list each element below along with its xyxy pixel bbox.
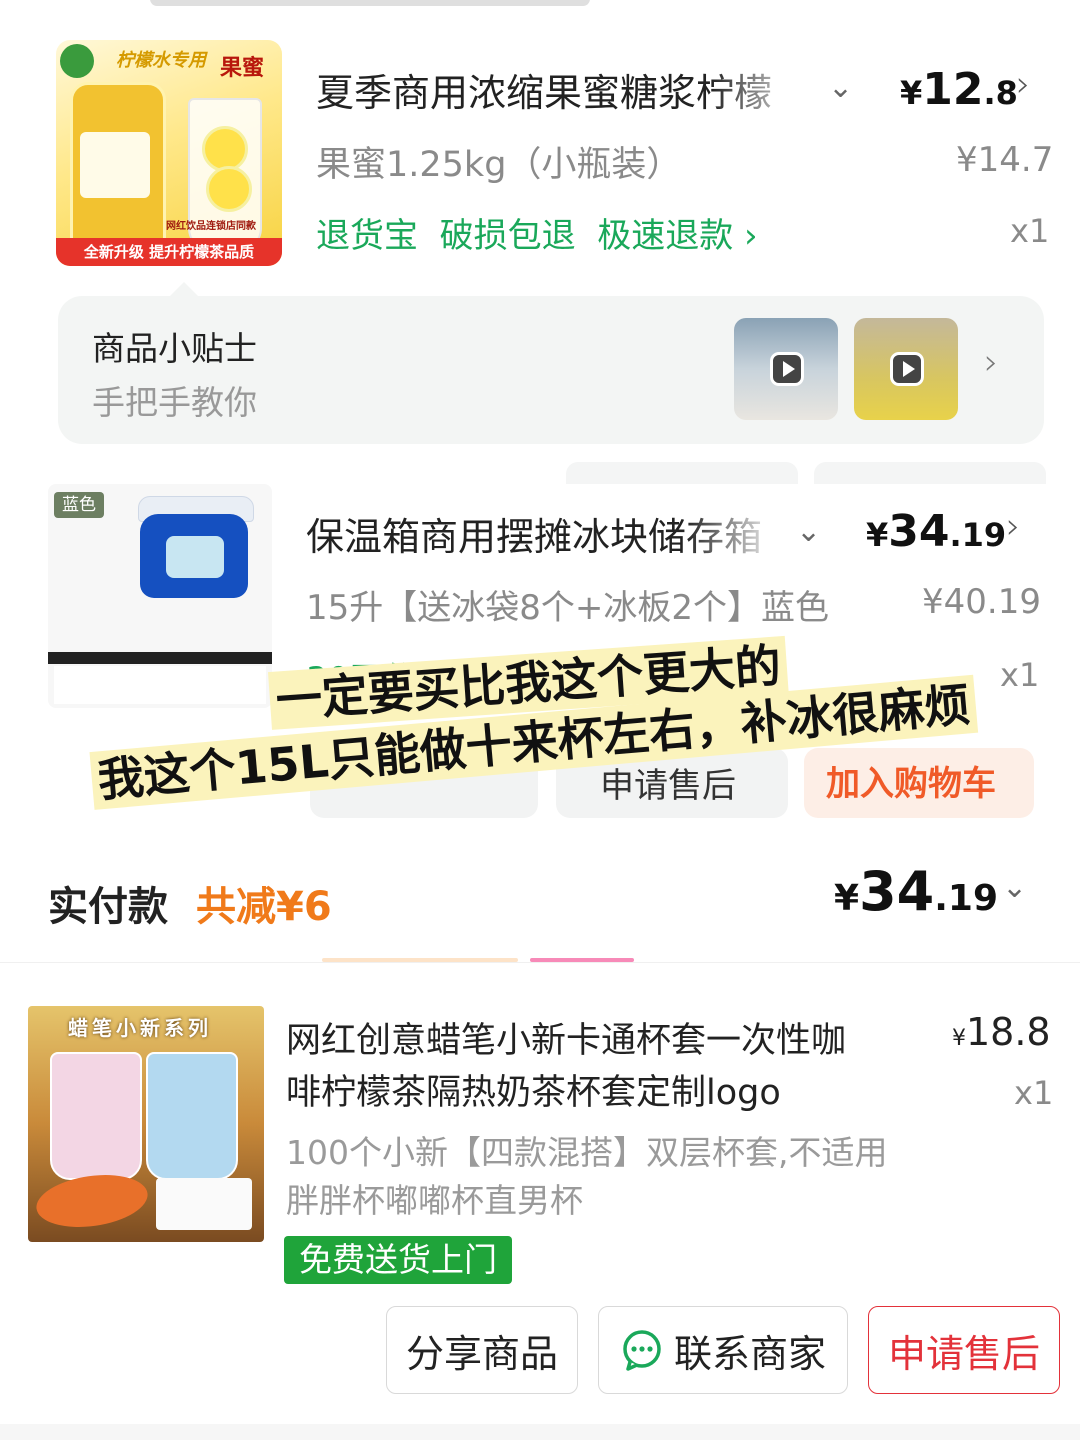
contact-seller-button[interactable]: 联系商家: [598, 1306, 848, 1394]
bottom-strip: [0, 1424, 1080, 1440]
chevron-down-icon[interactable]: ⌄: [1002, 870, 1027, 905]
tips-caret: [168, 282, 200, 298]
chevron-right-icon[interactable]: ›: [1006, 506, 1020, 547]
image-strip: [48, 652, 272, 664]
cooler-sticker-shape: [166, 536, 224, 578]
bottle-label-shape: [80, 132, 150, 198]
product-price: ¥12.8: [900, 64, 1018, 115]
brand-logo-icon: [60, 44, 94, 78]
product-price: ¥18.8: [952, 1010, 1051, 1054]
discount-text: 共减¥6: [196, 884, 332, 930]
image-tag-lemon-water: 柠檬水专用: [116, 50, 206, 71]
payment-label: 实付款: [48, 884, 168, 930]
section-divider: [0, 962, 1080, 963]
lemon-slice-icon: [206, 166, 252, 212]
product-spec-line1: 100个小新【四款混搭】双层杯套,不适用: [286, 1133, 888, 1172]
service-tags[interactable]: 退货宝 破损包退 极速退款 ›: [316, 208, 758, 257]
product-title-line1[interactable]: 网红创意蜡笔小新卡通杯套一次性咖: [286, 1012, 846, 1063]
product-spec: 果蜜1.25kg（小瓶装）: [316, 145, 682, 185]
product-title[interactable]: 保温箱商用摆摊冰块储存箱: [306, 506, 780, 556]
play-icon[interactable]: [890, 352, 924, 386]
product-image-cooler[interactable]: 蓝色: [48, 484, 272, 708]
quantity: x1: [1014, 1074, 1054, 1112]
chevron-right-icon[interactable]: ›: [984, 342, 998, 383]
chat-bubble-icon: [623, 1330, 661, 1371]
chevron-right-icon[interactable]: ›: [1016, 64, 1030, 105]
product-image-honey[interactable]: 柠檬水专用 果蜜 网红饮品连锁店同款 全新升级 提升柠檬茶品质: [56, 40, 282, 266]
color-tag: 蓝色: [54, 492, 104, 518]
cup-shape: [50, 1052, 142, 1180]
share-product-button[interactable]: 分享商品: [386, 1306, 578, 1394]
top-cutoff-strip: [0, 0, 1080, 18]
product-spec: 15升【送冰袋8个+冰板2个】蓝色: [306, 588, 830, 628]
lemon-slice-icon: [202, 126, 248, 172]
payment-amount: ¥34.19: [834, 860, 998, 923]
image-small-text: 网红饮品连锁店同款: [166, 221, 256, 232]
card-shape: [156, 1178, 252, 1230]
contact-label: 联系商家: [673, 1331, 826, 1376]
free-delivery-badge: 免费送货上门: [284, 1236, 512, 1284]
image-title: 蜡笔小新系列: [68, 1016, 212, 1040]
after-sale-label: 申请售后: [887, 1331, 1040, 1376]
product-spec-line2: 胖胖杯嘟嘟杯直男杯: [286, 1181, 583, 1220]
tip-video-thumbnail[interactable]: [734, 318, 838, 420]
share-label: 分享商品: [405, 1331, 558, 1376]
cup-shape: [146, 1052, 238, 1180]
play-icon[interactable]: [770, 352, 804, 386]
after-sale-button[interactable]: 申请售后: [868, 1306, 1060, 1394]
product-image-cup-sleeve[interactable]: 蜡笔小新系列: [28, 1006, 264, 1242]
faded-element: [814, 462, 1046, 484]
product-title-line2[interactable]: 啡柠檬茶隔热奶茶杯套定制logo: [286, 1064, 781, 1115]
tips-subtitle: 手把手教你: [92, 383, 257, 422]
product-tips-card[interactable]: 商品小贴士 手把手教你 ›: [58, 282, 1044, 444]
image-tag-honey: 果蜜: [220, 55, 265, 81]
product-title[interactable]: 夏季商用浓缩果蜜糖浆柠檬: [316, 62, 810, 112]
chevron-down-icon[interactable]: ⌄: [828, 70, 853, 105]
product-price: ¥34.19: [866, 506, 1007, 557]
accessory-icons: [54, 666, 266, 704]
add-to-cart-button[interactable]: 加入购物车: [804, 748, 1034, 818]
quantity: x1: [1000, 656, 1040, 694]
tips-title: 商品小贴士: [92, 329, 257, 368]
original-price: ¥40.19: [922, 582, 1041, 622]
original-price: ¥14.7: [956, 140, 1054, 180]
sleeve-shape: [33, 1168, 151, 1234]
tip-video-thumbnail[interactable]: [854, 318, 958, 420]
image-banner: 全新升级 提升柠檬茶品质: [56, 238, 282, 266]
chevron-down-icon[interactable]: ⌄: [796, 514, 821, 549]
quantity: x1: [1010, 212, 1050, 250]
faded-element: [566, 462, 798, 484]
